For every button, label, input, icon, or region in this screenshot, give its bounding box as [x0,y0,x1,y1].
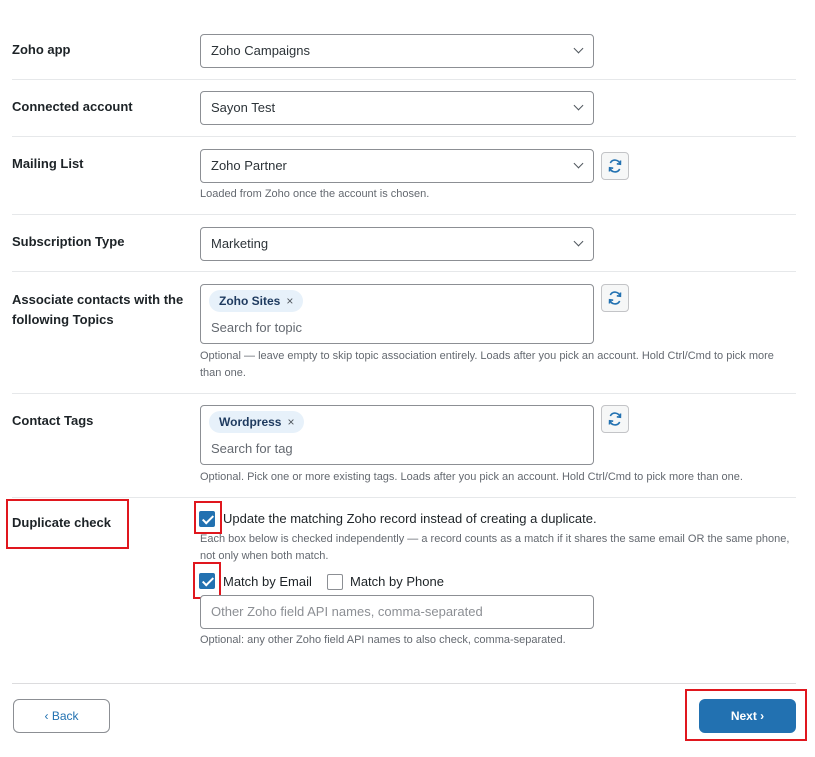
refresh-icon [608,159,622,173]
duplicate-info: Each box below is checked independently … [200,531,796,565]
connected-account-label: Connected account [12,99,133,114]
topics-label: Associate contacts with the following To… [12,290,183,330]
tags-search-input[interactable]: Search for tag [211,441,293,456]
chevron-down-icon [573,236,584,247]
topic-chip: Zoho Sites × [209,290,304,312]
subscription-type-label: Subscription Type [12,234,125,249]
zoho-app-label: Zoho app [12,42,71,57]
match-phone-label[interactable]: Match by Phone [350,573,444,591]
contact-tags-label: Contact Tags [12,413,94,428]
mailing-list-refresh-button[interactable] [601,152,629,180]
other-fields-help: Optional: any other Zoho field API names… [200,634,566,646]
chevron-down-icon [573,100,584,111]
topics-multiselect[interactable]: Zoho Sites × Search for topic [200,284,594,344]
topics-help-line1: Optional — leave empty to skip topic ass… [200,350,774,362]
connected-account-value: Sayon Test [211,100,276,115]
mailing-list-label: Mailing List [12,156,84,171]
subscription-type-select[interactable]: Marketing [200,227,594,261]
chevron-down-icon [573,43,584,54]
footer-divider [12,683,796,684]
update-record-label[interactable]: Update the matching Zoho record instead … [223,510,597,528]
topics-label-line2: following Topics [12,312,114,327]
refresh-icon [608,291,622,305]
topics-refresh-button[interactable] [601,284,629,312]
duplicate-info-line2: not only when both match. [200,550,329,562]
tag-chip-label: Wordpress [219,415,282,429]
highlight-update-checkbox [194,501,222,534]
subscription-type-value: Marketing [211,236,269,251]
match-email-label[interactable]: Match by Email [223,573,312,591]
tag-chip: Wordpress × [209,411,305,433]
close-icon[interactable]: × [287,415,294,429]
zoho-app-select[interactable]: Zoho Campaigns [200,34,594,68]
back-button[interactable]: ‹ Back [13,699,110,733]
duplicate-info-line1: Each box below is checked independently … [200,533,790,545]
close-icon[interactable]: × [286,294,293,308]
zoho-app-value: Zoho Campaigns [211,43,310,58]
tags-refresh-button[interactable] [601,405,629,433]
contact-tags-multiselect[interactable]: Wordpress × Search for tag [200,405,594,465]
highlight-duplicate-label [6,499,129,549]
chevron-down-icon [573,158,584,169]
topics-search-input[interactable]: Search for topic [211,320,302,335]
mailing-list-help: Loaded from Zoho once the account is cho… [200,188,430,200]
other-fields-input[interactable]: Other Zoho field API names, comma-separa… [200,595,594,629]
topic-chip-label: Zoho Sites [219,294,281,308]
mailing-list-select[interactable]: Zoho Partner [200,149,594,183]
topics-help-line2: than one. [200,367,246,379]
contact-tags-help: Optional. Pick one or more existing tags… [200,471,743,483]
refresh-icon [608,412,622,426]
highlight-next-button [685,689,807,741]
topics-help: Optional — leave empty to skip topic ass… [200,348,796,382]
highlight-email-checkbox [193,562,221,599]
connected-account-select[interactable]: Sayon Test [200,91,594,125]
mailing-list-value: Zoho Partner [211,158,287,173]
match-phone-checkbox[interactable] [327,574,343,590]
topics-label-line1: Associate contacts with the [12,292,184,307]
